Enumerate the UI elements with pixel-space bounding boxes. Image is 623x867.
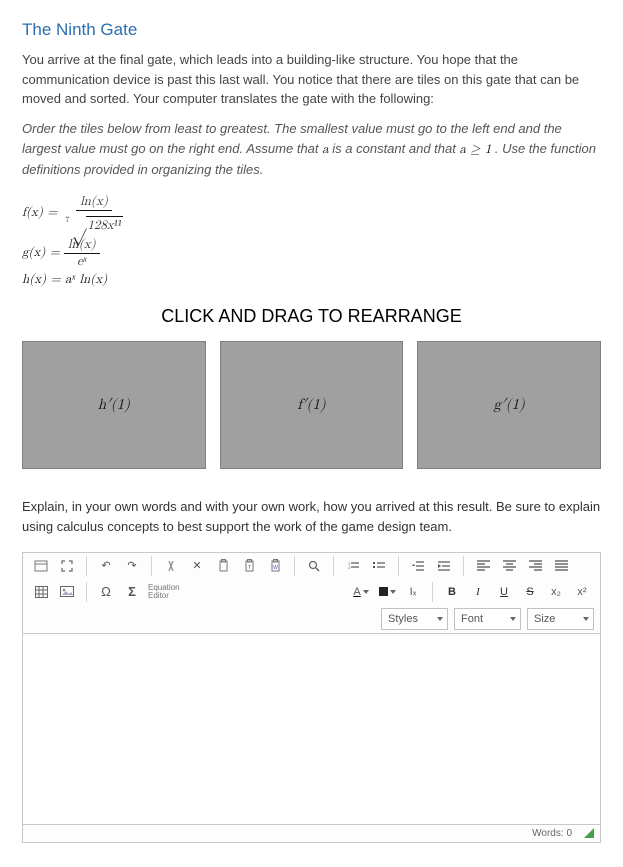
tile-1[interactable]: h′(1) [22,341,206,469]
formula-block: f(x) = ln(x) 7 √ 128x¹¹ g(x) = ln(x) eˣ [22,194,601,288]
equation-editor-button[interactable]: Σ [120,582,144,602]
maximize-icon[interactable] [55,556,79,576]
bg-color-button[interactable] [375,582,399,602]
rich-text-editor: ↶ ↷ ✕ T W [22,552,601,843]
h-full: h(x) = aˣ ln(x) [22,273,107,288]
source-icon[interactable] [29,556,53,576]
subscript-button[interactable]: x₂ [544,582,568,602]
f-root-index: 7 [65,216,69,226]
svg-text:2: 2 [348,565,351,570]
outdent-icon[interactable] [406,556,430,576]
styles-dropdown[interactable]: Styles [381,608,448,630]
font-dropdown[interactable]: Font [454,608,521,630]
align-justify-icon[interactable] [549,556,573,576]
f-root-radicand: 128x¹¹ [86,216,122,234]
toolbar-row-1: ↶ ↷ ✕ T W [22,552,601,579]
toolbar-row-2: Ω Σ Equation Editor A Iₓ B I U [22,579,601,605]
remove-format-icon[interactable]: Iₓ [401,582,425,602]
radical-symbol: √ [71,218,86,231]
cut-icon[interactable] [159,556,183,576]
f-root: 7 √ 128x¹¹ [65,216,122,234]
instructions-condition: a ≥ 1 [459,143,491,156]
align-right-icon[interactable] [523,556,547,576]
paste-icon[interactable] [211,556,235,576]
strikethrough-button[interactable]: S [518,582,542,602]
instructions: Order the tiles below from least to grea… [22,119,601,180]
editor-textarea[interactable] [22,633,601,825]
instructions-var-a: a [322,143,329,156]
g-numerator: ln(x) [64,237,100,254]
size-dropdown[interactable]: Size [527,608,594,630]
tile-3[interactable]: g′(1) [417,341,601,469]
g-denominator: eˣ [73,254,90,270]
resize-grip-icon[interactable] [584,828,594,838]
tile-2[interactable]: f′(1) [220,341,404,469]
numbered-list-icon[interactable]: 12 [341,556,365,576]
superscript-button[interactable]: x² [570,582,594,602]
image-icon[interactable] [55,582,79,602]
f-denominator: 7 √ 128x¹¹ [61,211,126,234]
italic-button[interactable]: I [466,582,490,602]
special-char-icon[interactable]: Ω [94,582,118,602]
f-lhs: f(x) = [22,206,57,221]
f-fraction: ln(x) 7 √ 128x¹¹ [61,194,126,233]
paste-text-icon[interactable]: T [237,556,261,576]
svg-text:T: T [247,565,250,571]
underline-button[interactable]: U [492,582,516,602]
svg-text:W: W [273,565,278,571]
indent-icon[interactable] [432,556,456,576]
g-lhs: g(x) = [22,246,60,261]
undo-icon[interactable]: ↶ [94,556,118,576]
toolbar-row-3: Styles Font Size [22,605,601,633]
explain-prompt: Explain, in your own words and with your… [22,497,601,537]
align-left-icon[interactable] [471,556,495,576]
page-title: The Ninth Gate [22,20,601,40]
f-numerator: ln(x) [76,194,112,211]
formula-h: h(x) = aˣ ln(x) [22,273,601,288]
word-count: Words: 0 [532,828,572,839]
bold-button[interactable]: B [440,582,464,602]
copy-icon[interactable]: ✕ [185,556,209,576]
table-icon[interactable] [29,582,53,602]
tiles-container: h′(1) f′(1) g′(1) [22,341,601,469]
paste-word-icon[interactable]: W [263,556,287,576]
text-color-button[interactable]: A [349,582,373,602]
g-fraction: ln(x) eˣ [64,237,100,269]
formula-g: g(x) = ln(x) eˣ [22,237,601,269]
bulleted-list-icon[interactable] [367,556,391,576]
intro-paragraph: You arrive at the final gate, which lead… [22,50,601,109]
find-icon[interactable] [302,556,326,576]
align-center-icon[interactable] [497,556,521,576]
instructions-mid: is a constant and that [332,141,459,156]
equation-editor-label: Equation Editor [148,584,180,600]
drag-header: CLICK AND DRAG TO REARRANGE [22,306,601,327]
editor-status-bar: Words: 0 [22,825,601,843]
redo-icon[interactable]: ↷ [120,556,144,576]
formula-f: f(x) = ln(x) 7 √ 128x¹¹ [22,194,601,233]
